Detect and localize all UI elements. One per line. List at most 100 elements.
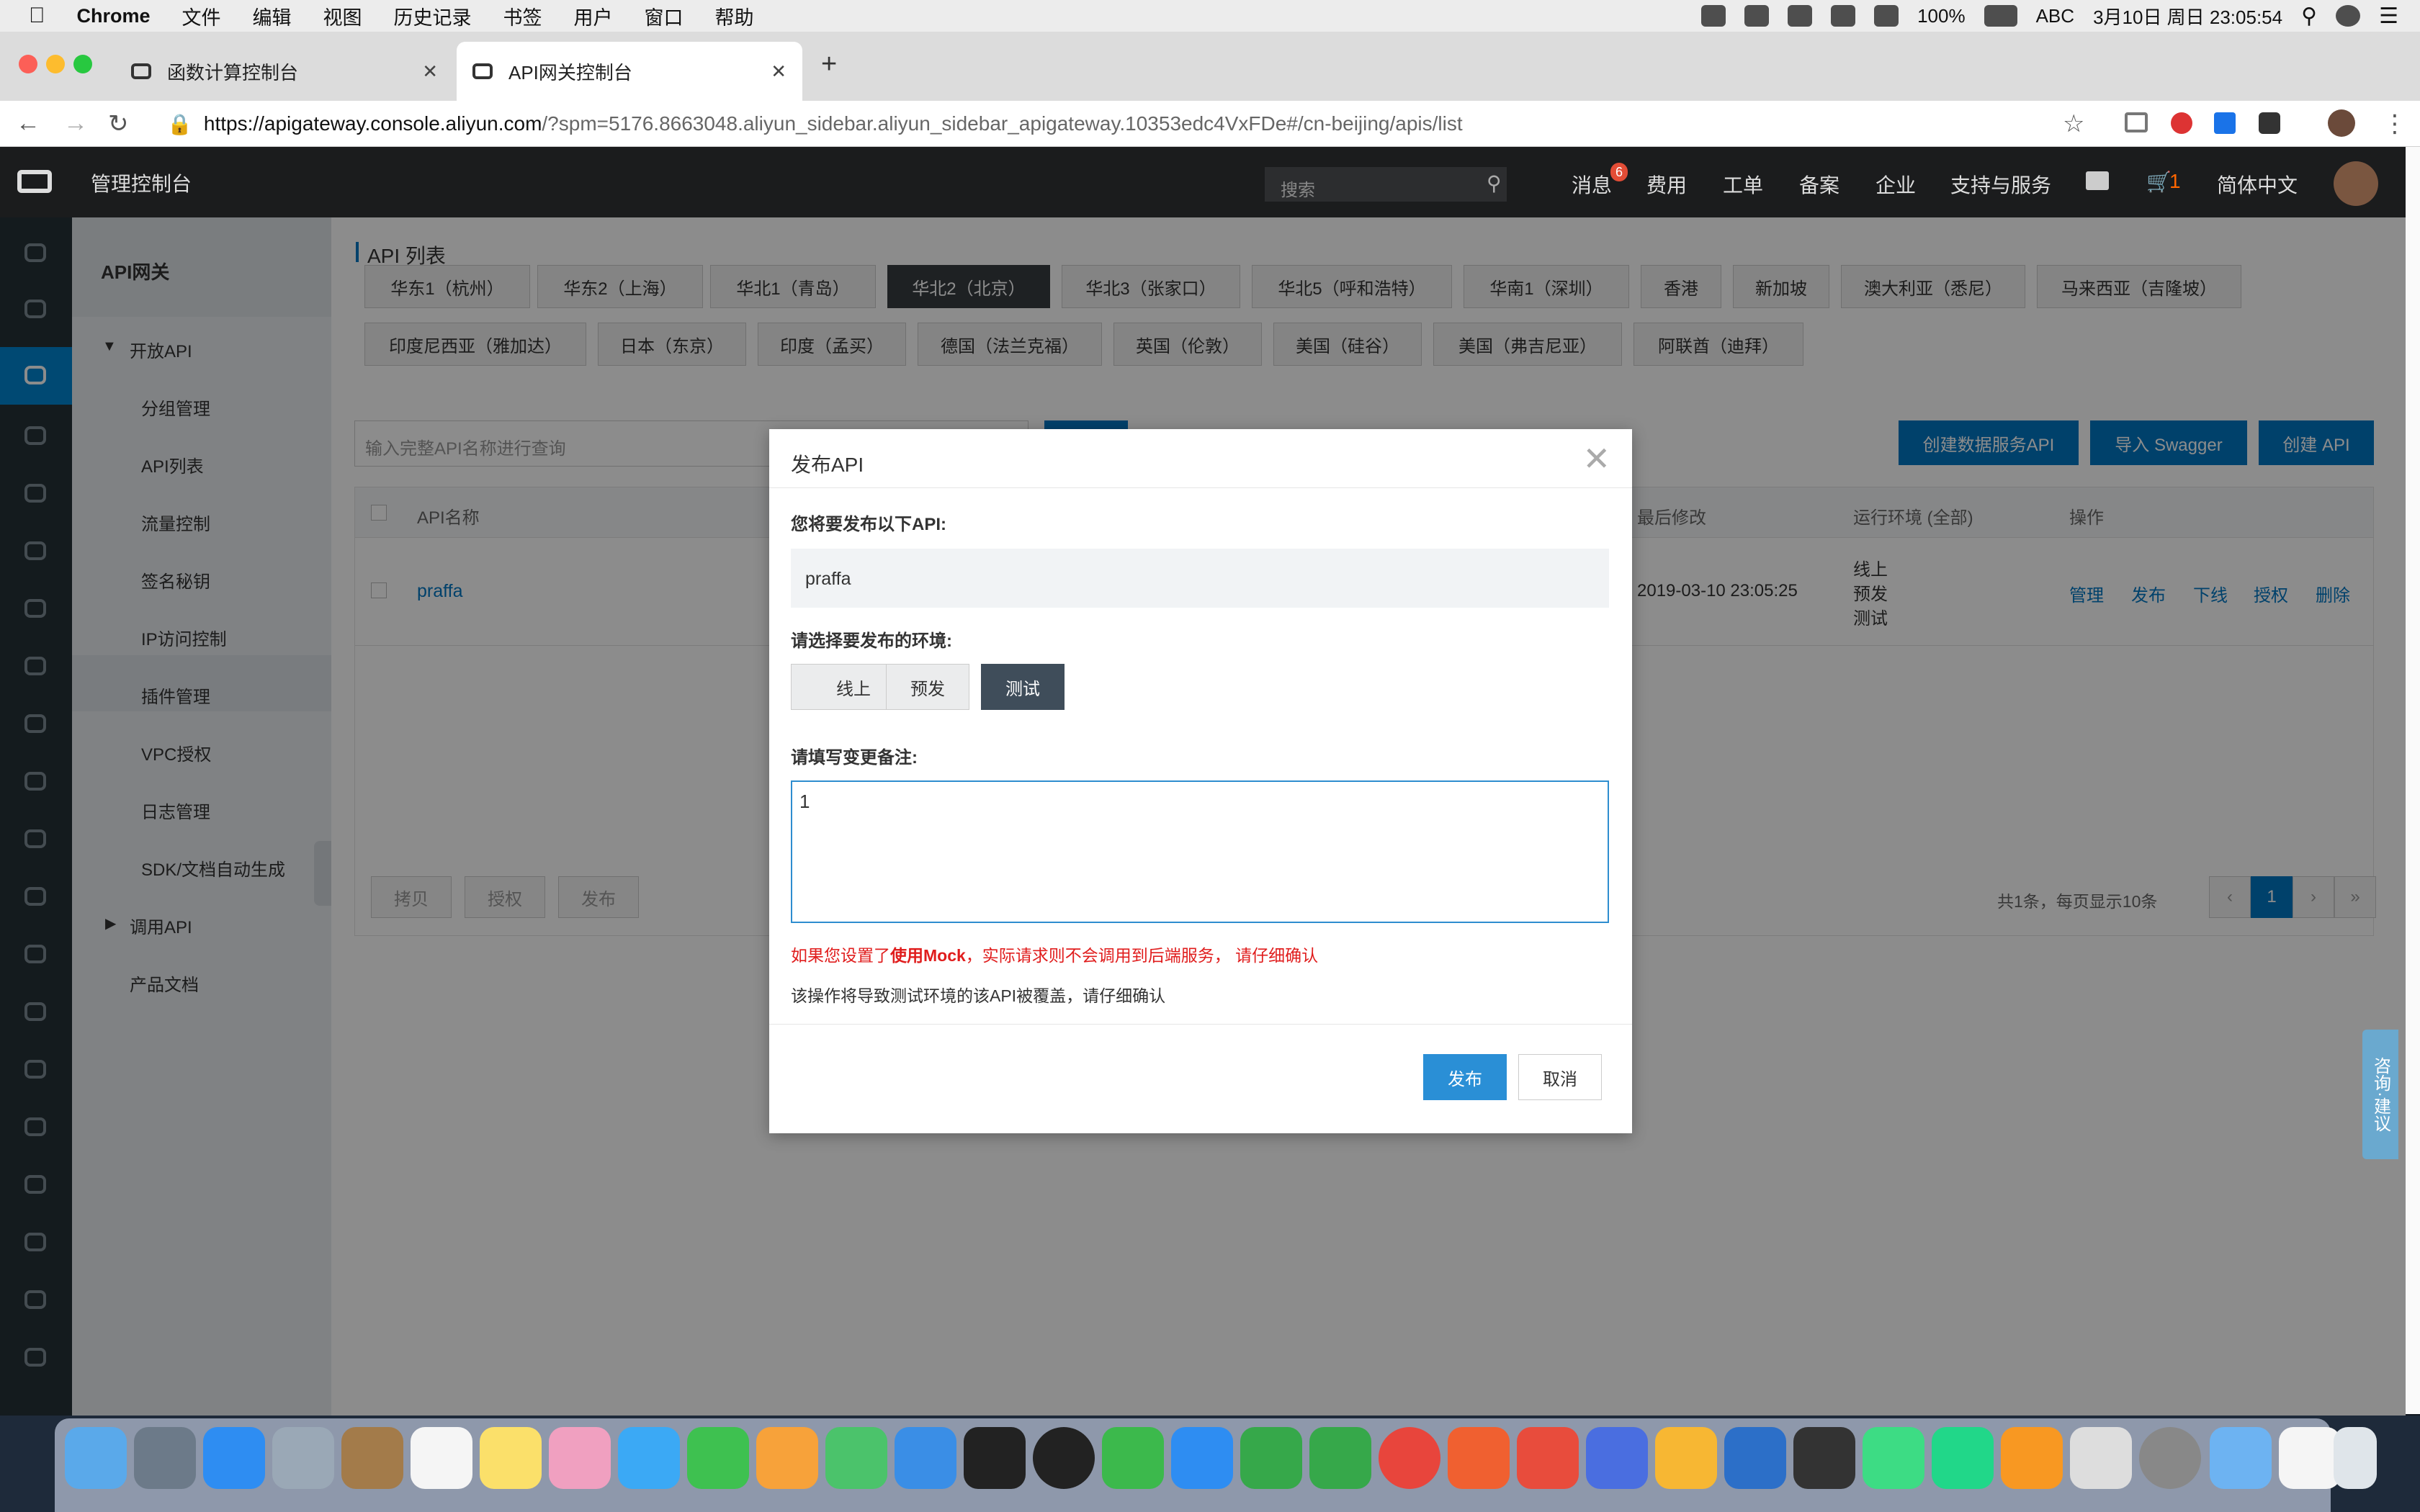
back-icon[interactable]: ← [16,109,40,138]
battery-icon[interactable] [1984,5,2017,27]
display-icon[interactable] [1788,5,1813,27]
apple-icon[interactable]:  [29,4,45,28]
publish-button[interactable]: 发布 [1423,1054,1507,1100]
spotlight-icon[interactable]: ⚲ [2301,4,2317,29]
dingtalk-icon[interactable] [1171,1427,1233,1489]
close-window-icon[interactable] [19,55,37,73]
page-scrollbar[interactable] [2406,147,2420,1414]
reload-icon[interactable]: ↻ [108,109,129,138]
close-tab-icon[interactable]: ✕ [771,60,786,83]
bookmark-star-icon[interactable]: ☆ [2063,109,2084,138]
address-bar[interactable]: 🔒 https://apigateway.console.aliyun.com … [167,105,2105,143]
sketch-icon[interactable] [1655,1427,1717,1489]
volume-icon[interactable] [1874,5,1899,27]
header-language[interactable]: 简体中文 [2217,170,2298,199]
maximize-window-icon[interactable] [73,55,92,73]
menu-view[interactable]: 视图 [323,2,362,30]
notes-icon[interactable] [480,1427,542,1489]
cloud-icon[interactable] [1744,5,1770,27]
remark-textarea[interactable] [791,780,1609,923]
notification-center-icon[interactable]: ☰ [2379,4,2398,29]
new-tab-icon[interactable]: + [821,49,837,80]
close-tab-icon[interactable]: ✕ [422,60,438,83]
photos-icon[interactable] [549,1427,611,1489]
sublime-icon[interactable] [2001,1427,2063,1489]
extension-icon[interactable] [2171,112,2192,134]
forward-icon[interactable]: → [63,109,88,138]
facetime-icon[interactable] [687,1427,749,1489]
app-icon[interactable] [2070,1427,2132,1489]
app-icon[interactable] [1240,1427,1302,1489]
android-studio-icon[interactable] [1863,1427,1924,1489]
user-avatar[interactable] [2334,161,2378,206]
cloud-drive-icon[interactable] [1448,1427,1510,1489]
calendar-icon[interactable] [411,1427,472,1489]
extension-icon[interactable] [2214,112,2236,134]
menu-history[interactable]: 历史记录 [394,2,472,30]
wifi-icon[interactable] [1831,5,1856,27]
pycharm-icon[interactable] [1932,1427,1994,1489]
wechat-icon[interactable] [1701,5,1726,27]
env-pre-button[interactable]: 预发 [886,664,969,710]
terminal-icon[interactable] [2086,171,2109,190]
system-preferences-icon[interactable] [2139,1427,2201,1489]
header-billing[interactable]: 费用 [1646,170,1687,199]
document-icon[interactable] [2279,1427,2341,1489]
menu-bookmarks[interactable]: 书签 [503,2,542,30]
chrome-menu-icon[interactable]: ⋮ [2383,109,2407,138]
header-tickets[interactable]: 工单 [1723,170,1763,199]
menu-app[interactable]: Chrome [77,5,151,27]
header-enterprise[interactable]: 企业 [1876,170,1916,199]
aliyun-logo-icon[interactable] [17,170,52,193]
extension-icon[interactable] [2259,112,2280,134]
profile-avatar[interactable] [2328,109,2355,137]
siri-icon[interactable] [2336,5,2361,27]
input-source[interactable]: ABC [2036,5,2074,27]
message-count-badge: 6 [1610,163,1628,181]
menu-user[interactable]: 用户 [574,2,613,30]
wps-icon[interactable] [1586,1427,1648,1489]
launchpad-icon[interactable] [134,1427,196,1489]
aliyun-tab-icon [472,63,493,79]
contacts-icon[interactable] [341,1427,403,1489]
cart-icon[interactable]: 🛒 [2146,170,2172,194]
chrome-icon[interactable] [1379,1427,1440,1489]
xcode-icon[interactable] [1724,1427,1786,1489]
finder-icon[interactable] [65,1427,127,1489]
downloads-folder-icon[interactable] [2210,1427,2272,1489]
clock[interactable]: 3月10日 周日 23:05:54 [2093,3,2282,30]
url-path: /?spm=5176.8663048.aliyun_sidebar.aliyun… [542,112,1463,135]
search-icon[interactable]: ⚲ [1487,171,1502,195]
menu-file[interactable]: 文件 [182,2,221,30]
cancel-button[interactable]: 取消 [1518,1054,1602,1100]
mail-icon[interactable] [272,1427,334,1489]
env-test-button[interactable]: 测试 [981,664,1065,710]
pages-icon[interactable] [756,1427,818,1489]
messages-icon[interactable] [618,1427,680,1489]
minimize-window-icon[interactable] [46,55,65,73]
terminal-icon[interactable] [964,1427,1026,1489]
safari-icon[interactable] [203,1427,265,1489]
qq-icon[interactable] [1033,1427,1095,1489]
code-editor-icon[interactable] [1793,1427,1855,1489]
menu-edit[interactable]: 编辑 [253,2,292,30]
header-messages[interactable]: 消息 [1572,170,1612,199]
wechat-icon[interactable] [1102,1427,1164,1489]
menu-window[interactable]: 窗口 [645,2,684,30]
header-search-input[interactable]: 搜索 [1265,167,1507,202]
numbers-icon[interactable] [825,1427,887,1489]
tab-api-gateway[interactable]: API网关控制台 ✕ [457,42,802,101]
app-icon[interactable] [1517,1427,1579,1489]
close-icon[interactable]: ✕ [1582,439,1610,478]
app-icon[interactable] [1309,1427,1371,1489]
gmail-extension-icon[interactable] [2125,112,2148,132]
console-brand[interactable]: 管理控制台 [91,168,192,197]
mock-warning: 如果您设置了使用Mock，实际请求则不会调用到后端服务， 请仔细确认 [791,946,1319,965]
trash-icon[interactable] [2334,1427,2377,1489]
menu-help[interactable]: 帮助 [715,2,754,30]
header-support[interactable]: 支持与服务 [1950,170,2051,199]
tab-function-compute[interactable]: 函数计算控制台 ✕ [115,42,454,101]
header-icp[interactable]: 备案 [1799,170,1839,199]
feedback-tab[interactable]: 咨询·建议 [2362,1030,2398,1159]
keynote-icon[interactable] [895,1427,956,1489]
